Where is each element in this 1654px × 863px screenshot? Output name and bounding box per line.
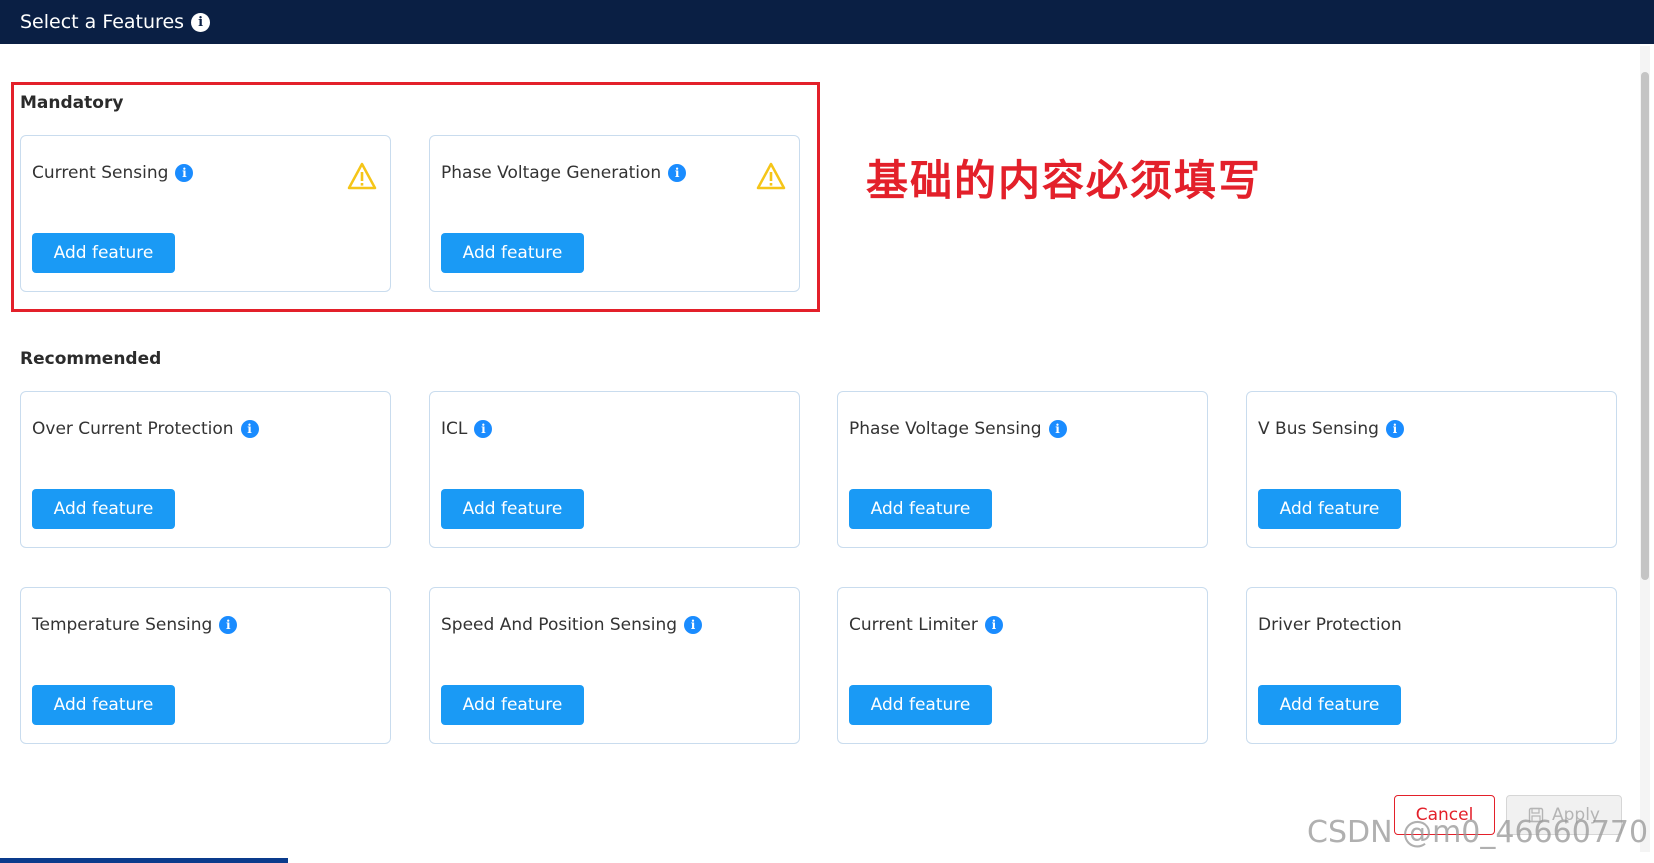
feature-name-label: Speed And Position Sensing <box>441 615 678 635</box>
section-heading-recommended: Recommended <box>20 349 162 369</box>
add-feature-button[interactable]: Add feature <box>1258 685 1401 725</box>
feature-name-label: Temperature Sensing <box>32 615 213 635</box>
feature-card-driver-protection: Driver Protection Add feature <box>1246 587 1617 744</box>
add-feature-button[interactable]: Add feature <box>32 489 175 529</box>
info-icon[interactable]: i <box>668 164 687 182</box>
section-heading-mandatory: Mandatory <box>20 93 124 113</box>
feature-name: Driver Protection <box>1258 615 1402 635</box>
feature-name: Temperature Sensing i <box>32 615 238 635</box>
info-icon[interactable]: i <box>1048 420 1067 438</box>
scrollbar[interactable] <box>1640 46 1650 852</box>
info-icon[interactable]: i <box>684 616 703 634</box>
feature-name-label: Current Sensing <box>32 163 169 183</box>
info-icon[interactable]: i <box>240 420 259 438</box>
info-icon[interactable]: i <box>1385 420 1404 438</box>
info-icon[interactable]: i <box>175 164 194 182</box>
feature-card-icl: ICL i Add feature <box>429 391 800 548</box>
scrollbar-thumb[interactable] <box>1641 72 1649 580</box>
dialog-title: Select a Features <box>20 11 185 33</box>
feature-name-label: Current Limiter <box>849 615 978 635</box>
feature-card-phase-voltage-sensing: Phase Voltage Sensing i Add feature <box>837 391 1208 548</box>
feature-name: Current Limiter i <box>849 615 1003 635</box>
feature-name: Over Current Protection i <box>32 419 259 439</box>
add-feature-button[interactable]: Add feature <box>32 233 175 273</box>
feature-name-label: Driver Protection <box>1258 615 1402 635</box>
info-icon[interactable]: i <box>191 12 211 32</box>
add-feature-button[interactable]: Add feature <box>32 685 175 725</box>
feature-name: Phase Voltage Sensing i <box>849 419 1067 439</box>
feature-name-label: Phase Voltage Generation <box>441 163 662 183</box>
feature-card-current-sensing: Current Sensing i Add feature <box>20 135 391 292</box>
add-feature-button[interactable]: Add feature <box>849 685 992 725</box>
feature-name: Current Sensing i <box>32 163 194 183</box>
feature-card-current-limiter: Current Limiter i Add feature <box>837 587 1208 744</box>
info-icon[interactable]: i <box>219 616 238 634</box>
add-feature-button[interactable]: Add feature <box>441 233 584 273</box>
warning-icon <box>347 162 377 190</box>
add-feature-button[interactable]: Add feature <box>849 489 992 529</box>
watermark-text: CSDN @m0_46660770 <box>1307 815 1649 850</box>
bottom-accent-bar <box>0 858 288 863</box>
feature-name: V Bus Sensing i <box>1258 419 1404 439</box>
info-icon[interactable]: i <box>474 420 493 438</box>
feature-name-label: Phase Voltage Sensing <box>849 419 1042 439</box>
feature-card-v-bus-sensing: V Bus Sensing i Add feature <box>1246 391 1617 548</box>
add-feature-button[interactable]: Add feature <box>441 489 584 529</box>
info-icon[interactable]: i <box>984 616 1003 634</box>
feature-card-speed-and-position-sensing: Speed And Position Sensing i Add feature <box>429 587 800 744</box>
feature-name: Phase Voltage Generation i <box>441 163 687 183</box>
feature-name-label: ICL <box>441 419 468 439</box>
feature-name: ICL i <box>441 419 493 439</box>
add-feature-button[interactable]: Add feature <box>441 685 584 725</box>
dialog-header: Select a Features i <box>0 0 1654 44</box>
feature-name-label: Over Current Protection <box>32 419 234 439</box>
feature-card-temperature-sensing: Temperature Sensing i Add feature <box>20 587 391 744</box>
feature-card-over-current-protection: Over Current Protection i Add feature <box>20 391 391 548</box>
feature-name-label: V Bus Sensing <box>1258 419 1379 439</box>
feature-name: Speed And Position Sensing i <box>441 615 703 635</box>
annotation-text: 基础的内容必须填写 <box>866 156 1263 205</box>
feature-card-phase-voltage-generation: Phase Voltage Generation i Add feature <box>429 135 800 292</box>
warning-icon <box>756 162 786 190</box>
add-feature-button[interactable]: Add feature <box>1258 489 1401 529</box>
